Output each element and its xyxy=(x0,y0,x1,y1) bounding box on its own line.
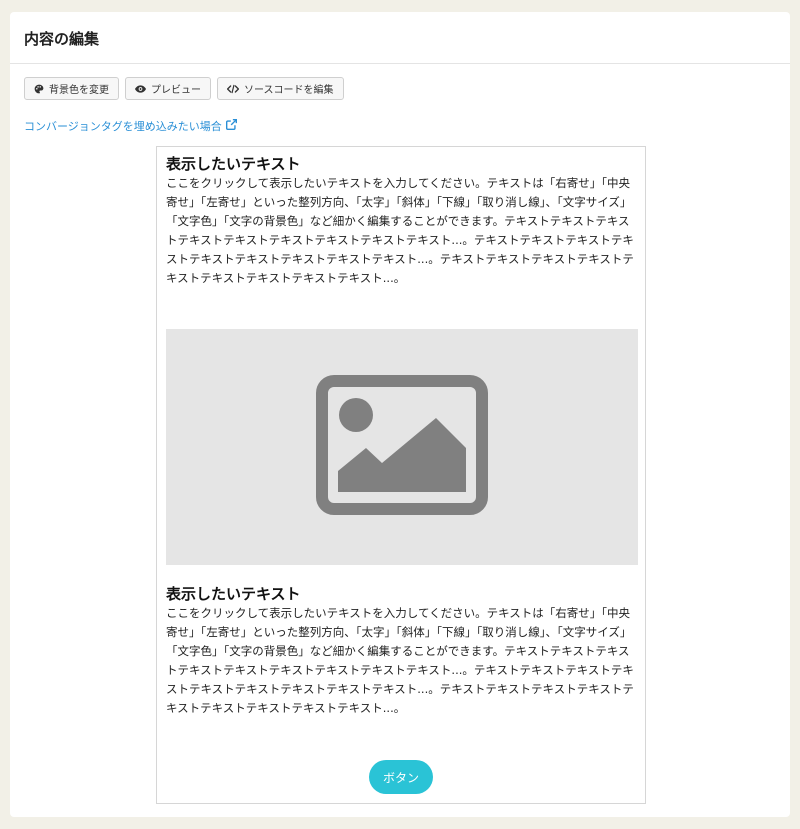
preview-button[interactable]: プレビュー xyxy=(125,77,211,100)
text-block-1-heading[interactable]: 表示したいテキスト xyxy=(166,154,638,174)
text-block-2-body[interactable]: ここをクリックして表示したいテキストを入力してください。テキストは「右寄せ」「中… xyxy=(166,604,638,718)
conversion-tag-link[interactable]: コンバージョンタグを埋め込みたい場合 xyxy=(24,118,237,134)
cta-button[interactable]: ボタン xyxy=(369,760,433,794)
editor-toolbar: 背景色を変更 プレビュー ソースコードを編集 xyxy=(24,77,344,100)
preview-label: プレビュー xyxy=(151,85,201,96)
text-block-1-body[interactable]: ここをクリックして表示したいテキストを入力してください。テキストは「右寄せ」「中… xyxy=(166,174,638,288)
eye-icon xyxy=(135,84,146,94)
text-block-2-heading[interactable]: 表示したいテキスト xyxy=(166,584,638,604)
content-canvas: 表示したいテキスト ここをクリックして表示したいテキストを入力してください。テキ… xyxy=(156,146,646,804)
page-title: 内容の編集 xyxy=(24,30,100,48)
text-block-2[interactable]: 表示したいテキスト ここをクリックして表示したいテキストを入力してください。テキ… xyxy=(166,584,638,718)
conversion-tag-link-label: コンバージョンタグを埋め込みたい場合 xyxy=(24,120,222,133)
code-icon xyxy=(227,84,239,94)
image-placeholder-icon xyxy=(316,375,488,519)
palette-icon xyxy=(34,84,44,94)
edit-source-button[interactable]: ソースコードを編集 xyxy=(217,77,344,100)
panel-header: 内容の編集 xyxy=(10,12,790,64)
image-block[interactable] xyxy=(166,329,638,565)
edit-source-label: ソースコードを編集 xyxy=(244,85,334,96)
change-background-button[interactable]: 背景色を変更 xyxy=(24,77,119,100)
editor-panel: 内容の編集 背景色を変更 プレビュー ソースコードを編集 コンバージョンタグを埋… xyxy=(10,12,790,817)
text-block-1[interactable]: 表示したいテキスト ここをクリックして表示したいテキストを入力してください。テキ… xyxy=(166,154,638,288)
external-link-icon xyxy=(225,119,237,133)
change-background-label: 背景色を変更 xyxy=(49,85,109,96)
